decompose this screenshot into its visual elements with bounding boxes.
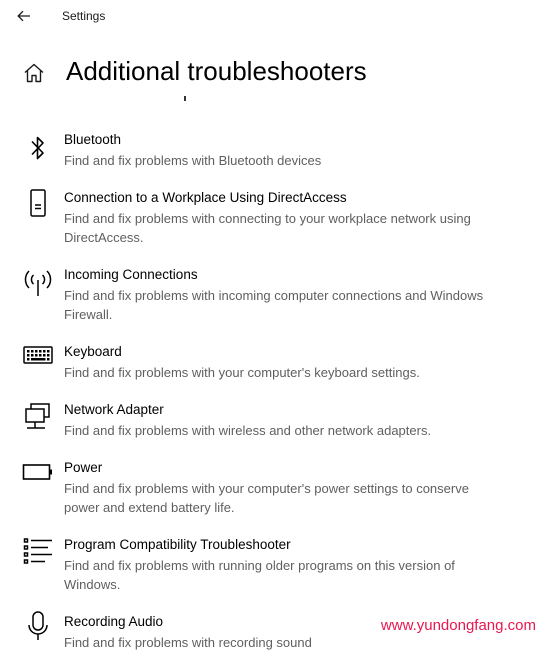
back-button[interactable] [12, 5, 36, 27]
watermark: www.yundongfang.com [380, 617, 536, 634]
item-title: Recording Audio [64, 614, 164, 629]
troubleshooter-network-adapter[interactable]: Network Adapter Find and fix problems wi… [0, 402, 542, 442]
troubleshooter-keyboard[interactable]: Keyboard Find and fix problems with your… [0, 344, 542, 384]
troubleshooter-bluetooth[interactable]: Bluetooth Find and fix problems with Blu… [0, 132, 542, 172]
item-title: Network Adapter [64, 402, 164, 417]
page-header: Additional troubleshooters [0, 52, 542, 96]
home-button[interactable] [22, 61, 46, 85]
scroll-indicator [184, 96, 186, 101]
troubleshooter-directaccess[interactable]: Connection to a Workplace Using DirectAc… [0, 187, 542, 248]
page-title: Additional troubleshooters [66, 56, 367, 86]
troubleshooter-program-compatibility[interactable]: Program Compatibility Troubleshooter Fin… [0, 537, 542, 595]
antenna-signal-icon [22, 266, 54, 298]
item-description: Find and fix problems with connecting to… [64, 211, 471, 245]
bluetooth-icon [22, 132, 54, 164]
title-bar: Settings [0, 0, 542, 34]
battery-icon [22, 456, 54, 488]
item-title: Connection to a Workplace Using DirectAc… [64, 190, 347, 205]
item-description: Find and fix problems with incoming comp… [64, 288, 484, 322]
item-title: Program Compatibility Troubleshooter [64, 537, 291, 552]
item-description: Find and fix problems with Bluetooth dev… [64, 153, 322, 168]
troubleshooter-power[interactable]: Power Find and fix problems with your co… [0, 460, 542, 518]
item-description: Find and fix problems with wireless and … [64, 423, 432, 438]
network-monitor-icon [22, 401, 54, 433]
item-description: Find and fix problems with recording sou… [64, 635, 312, 650]
troubleshooter-incoming-connections[interactable]: Incoming Connections Find and fix proble… [0, 267, 542, 325]
app-title: Settings [62, 9, 106, 23]
checklist-icon [22, 535, 54, 567]
phone-device-icon [22, 187, 54, 219]
microphone-icon [22, 610, 54, 642]
item-description: Find and fix problems with running older… [64, 558, 455, 592]
item-description: Find and fix problems with your computer… [64, 365, 420, 380]
arrow-left-icon [17, 10, 30, 22]
item-title: Incoming Connections [64, 267, 198, 282]
item-title: Keyboard [64, 344, 122, 359]
item-title: Power [64, 460, 103, 475]
home-icon [24, 63, 44, 83]
item-description: Find and fix problems with your computer… [64, 481, 469, 515]
item-title: Bluetooth [64, 132, 122, 147]
keyboard-icon [22, 339, 54, 371]
